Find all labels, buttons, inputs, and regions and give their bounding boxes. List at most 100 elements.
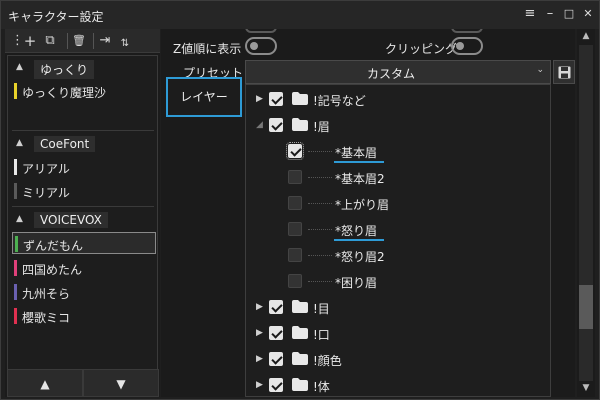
tree-row-ikari-mayu[interactable]: *怒り眉	[246, 217, 550, 243]
layer-checkbox[interactable]	[288, 248, 302, 262]
layer-name: !顔色	[313, 354, 342, 368]
character-color-bar	[14, 308, 17, 324]
tree-row-me[interactable]: ▶ !目	[246, 295, 550, 321]
tree-row-kaoiro[interactable]: ▶ !顔色	[246, 347, 550, 373]
character-name: 櫻歌ミコ	[22, 311, 71, 325]
sort-icon[interactable]: ⇅	[118, 36, 132, 52]
toggle-switch[interactable]	[245, 29, 277, 33]
more-icon[interactable]: ⋮	[11, 33, 24, 49]
tree-row-komari-mayu[interactable]: *困り眉	[246, 269, 550, 295]
layer-checkbox[interactable]	[269, 92, 283, 106]
list-item[interactable]: ミリアル	[12, 180, 156, 202]
layer-checkbox[interactable]	[269, 300, 283, 314]
character-name: 九州そら	[22, 287, 71, 301]
folder-icon	[292, 118, 308, 131]
layer-checkbox[interactable]	[288, 196, 302, 210]
tree-row-kuchi[interactable]: ▶ !口	[246, 321, 550, 347]
save-preset-button[interactable]	[553, 60, 575, 84]
chevron-down-icon: ⌄	[536, 65, 544, 75]
character-toolbar: ⋮ + ⧉ 🗑 ⇥ ⇅	[5, 29, 160, 53]
layer-name: *基本眉	[335, 146, 378, 160]
group-name: CoeFont	[34, 136, 96, 152]
tab-layer[interactable]: レイヤー	[166, 77, 242, 117]
expand-arrow-icon[interactable]: ▶	[256, 302, 263, 312]
list-item[interactable]: 櫻歌ミコ	[12, 305, 156, 327]
expand-arrow-icon[interactable]: ▶	[256, 354, 263, 364]
list-item[interactable]: アリアル	[12, 156, 156, 178]
list-item[interactable]: 九州そら	[12, 281, 156, 303]
list-item[interactable]: ゆっくり魔理沙	[12, 80, 156, 102]
layer-checkbox[interactable]	[269, 378, 283, 392]
character-color-bar	[14, 183, 17, 199]
tree-row-ikari-mayu-2[interactable]: *怒り眉2	[246, 243, 550, 269]
layer-name: !体	[313, 380, 330, 394]
character-name: 四国めたん	[22, 263, 83, 277]
group-header-yukkuri[interactable]: ▲ ゆっくり	[12, 60, 152, 79]
tree-row-karada[interactable]: ▶ !体	[246, 373, 550, 396]
character-list: ▲ ゆっくり ゆっくり魔理沙 ▲ CoeFont アリアル ミリアル ▲ VOI…	[7, 55, 158, 395]
character-color-bar	[14, 284, 17, 300]
clipping-toggle[interactable]	[451, 37, 483, 55]
scroll-thumb[interactable]	[579, 285, 593, 329]
character-name: ミリアル	[22, 186, 70, 200]
layer-checkbox[interactable]	[288, 274, 302, 288]
character-color-bar	[14, 159, 17, 175]
collapse-arrow-icon[interactable]: ◢	[256, 120, 263, 130]
add-character-button[interactable]: +	[23, 33, 37, 49]
copy-icon[interactable]: ⧉	[42, 33, 58, 49]
move-up-button[interactable]: ▲	[7, 369, 83, 397]
scroll-track[interactable]	[579, 45, 593, 381]
close-button[interactable]: ✕	[581, 7, 595, 21]
list-item-selected[interactable]: ずんだもん	[12, 232, 156, 254]
group-header-coefont[interactable]: ▲ CoeFont	[12, 136, 152, 154]
expand-arrow-icon[interactable]: ▶	[256, 380, 263, 390]
delete-icon[interactable]: 🗑	[71, 33, 87, 49]
vertical-scrollbar[interactable]: ▲ ▼	[577, 29, 595, 397]
save-icon	[558, 66, 571, 79]
list-item[interactable]: 四国めたん	[12, 257, 156, 279]
expand-arrow-icon[interactable]: ▶	[256, 328, 263, 338]
layer-checkbox[interactable]	[288, 222, 302, 236]
character-name: ゆっくり魔理沙	[22, 86, 107, 100]
move-down-button[interactable]: ▼	[83, 369, 159, 397]
move-buttons: ▲ ▼	[5, 369, 160, 397]
preset-value: カスタム	[366, 67, 415, 81]
chevron-up-icon[interactable]: ▲	[16, 138, 23, 148]
tree-row-kihon-mayu-2[interactable]: *基本眉2	[246, 165, 550, 191]
scroll-down-icon[interactable]: ▼	[577, 381, 595, 395]
tree-row-kihon-mayu[interactable]: *基本眉	[246, 139, 550, 165]
tree-row-agari-mayu[interactable]: *上がり眉	[246, 191, 550, 217]
title-bar[interactable]: キャラクター設定 ≡ – □ ✕	[1, 1, 599, 29]
layer-name: !口	[313, 328, 330, 342]
layer-name: !記号など	[313, 94, 366, 108]
layer-name: !眉	[313, 120, 330, 134]
layer-checkbox[interactable]	[269, 118, 283, 132]
preset-select[interactable]: カスタム ⌄	[245, 60, 551, 84]
group-header-voicevox[interactable]: ▲ VOICEVOX	[12, 212, 152, 230]
tree-row-mayu[interactable]: ◢ !眉	[246, 113, 550, 139]
maximize-button[interactable]: □	[562, 7, 576, 21]
tree-row-kigou[interactable]: ▶ !記号など	[246, 87, 550, 113]
folder-icon	[292, 326, 308, 339]
scroll-up-icon[interactable]: ▲	[577, 29, 595, 43]
layer-checkbox[interactable]	[269, 326, 283, 340]
clipping-label: クリッピング	[385, 42, 458, 56]
chevron-up-icon[interactable]: ▲	[16, 214, 23, 224]
chevron-up-icon[interactable]: ▲	[16, 62, 23, 72]
character-panel: ⋮ + ⧉ 🗑 ⇥ ⇅ ▲ ゆっくり ゆっくり魔理沙 ▲ CoeFont アリア…	[5, 29, 160, 397]
import-icon[interactable]: ⇥	[97, 33, 113, 49]
toggle-switch[interactable]	[451, 29, 483, 33]
character-color-bar	[14, 260, 17, 276]
menu-icon[interactable]: ≡	[523, 7, 537, 21]
layer-name: *基本眉2	[335, 172, 385, 186]
group-name: VOICEVOX	[34, 212, 108, 228]
minimize-button[interactable]: –	[543, 7, 557, 21]
character-name: ずんだもん	[23, 239, 84, 253]
character-color-bar	[15, 236, 18, 252]
layer-checkbox[interactable]	[288, 170, 302, 184]
layer-checkbox[interactable]	[286, 142, 304, 160]
layer-checkbox[interactable]	[269, 352, 283, 366]
z-order-toggle[interactable]	[245, 37, 277, 55]
layer-name: *困り眉	[335, 276, 378, 290]
expand-arrow-icon[interactable]: ▶	[256, 94, 263, 104]
